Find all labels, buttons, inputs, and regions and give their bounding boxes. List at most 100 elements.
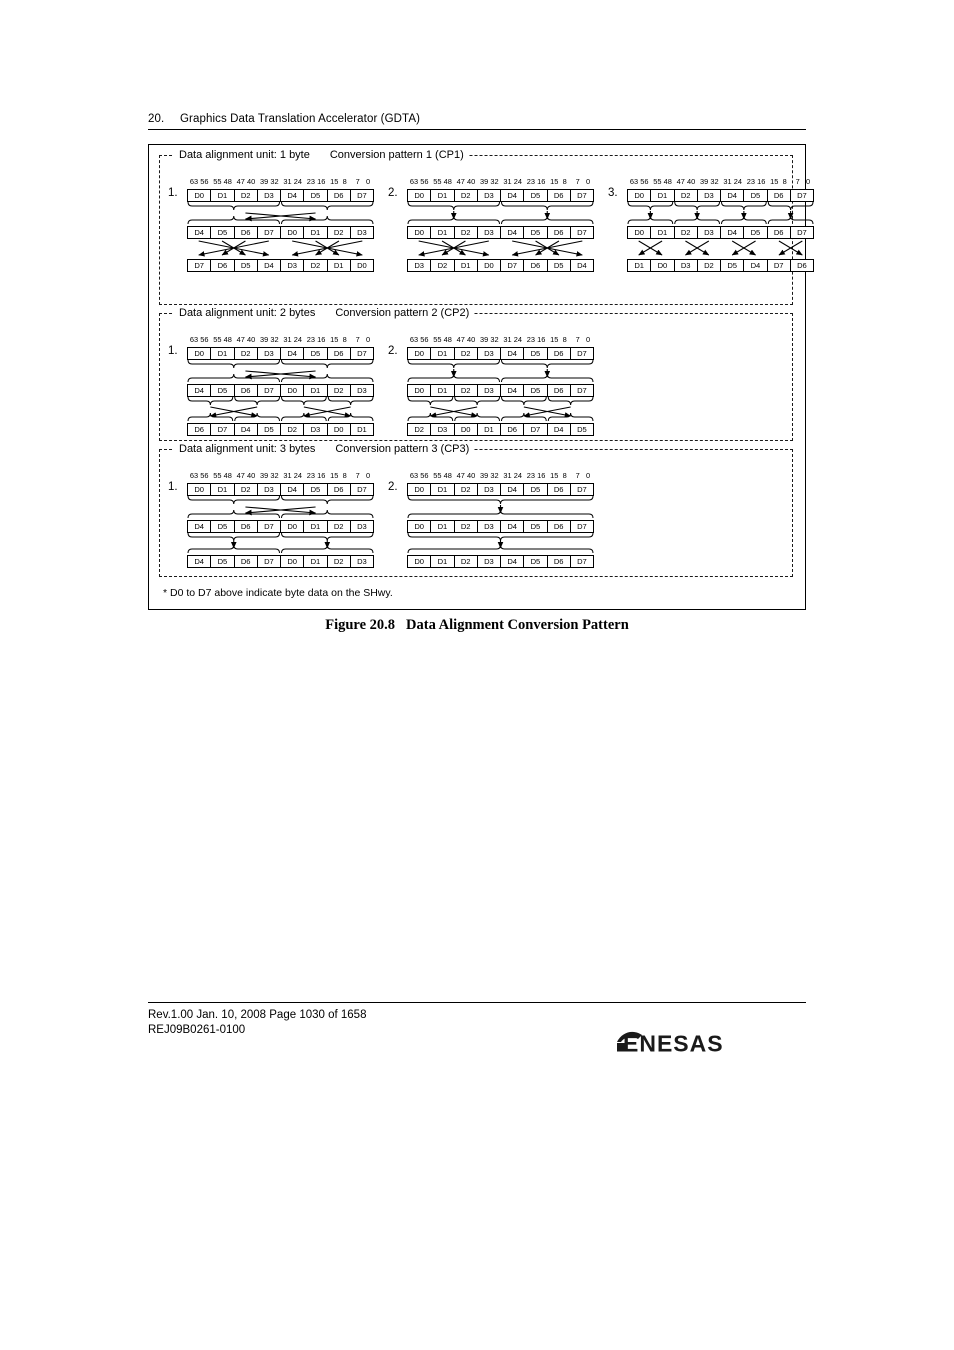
byte-cell: D1 — [304, 556, 328, 567]
byte-cell: D6 — [548, 521, 571, 532]
byte-cell: D4 — [744, 260, 768, 271]
byte-cell: D3 — [258, 484, 281, 495]
byte-cell: D0 — [281, 227, 305, 238]
byte-cell: D1 — [651, 227, 675, 238]
byte-cell: D5 — [235, 260, 258, 271]
byte-cell: D7 — [577, 522, 587, 531]
bit-label: 8 — [342, 471, 347, 480]
conversion-pattern-label: Conversion pattern 2 (CP2) — [335, 307, 470, 319]
byte-cell: D5 — [211, 227, 235, 238]
byte-cell: D3 — [258, 190, 281, 201]
bit-label: 40 — [247, 177, 256, 186]
bit-label: 31 — [503, 177, 512, 186]
bit-label: 47 — [456, 177, 465, 186]
byte-cell: D0 — [408, 348, 432, 359]
pattern-body: 63 56 55 48 47 40 39 32 31 24 23 16 15 8 7 0 D0 D1 D2 D3 D4 D… — [407, 178, 594, 272]
byte-cell: D4 — [501, 556, 525, 567]
byte-row-input: D0 D1 D2 D3 D4 D5 D6 D7 — [407, 483, 594, 496]
byte-row-intermediate: D0 D1 D2 D3 D4 D5 D6 D7 — [407, 520, 594, 533]
byte-cell: D3 — [357, 557, 367, 566]
figure-caption-label: Figure 20.8 — [325, 617, 396, 633]
byte-cell: D6 — [548, 385, 571, 396]
byte-cell: D4 — [721, 227, 745, 238]
bit-label: 48 — [223, 471, 232, 480]
byte-cell: D1 — [628, 260, 652, 271]
byte-row-intermediate: D4 D5 D6 D7 D0 D1 D2 D3 — [187, 520, 374, 533]
byte-cell: D7 — [768, 260, 791, 271]
byte-cell: D6 — [328, 484, 351, 495]
byte-cell: D3 — [478, 521, 501, 532]
bit-label: 56 — [200, 471, 209, 480]
byte-cell: D4 — [548, 424, 571, 435]
byte-row-output: D6 D7 D4 D5 D2 D3 D0 D1 — [187, 423, 374, 436]
pattern-body: 63 56 55 48 47 40 39 32 31 24 23 16 15 8 7 0 D0 D1 D2 D3 D4 D… — [187, 178, 374, 272]
bit-label: 32 — [490, 177, 499, 186]
conversion-pattern-group: Data alignment unit: 1 byte Conversion pa… — [159, 148, 814, 305]
byte-cell: D5 — [258, 424, 281, 435]
byte-cell: D3 — [357, 386, 367, 395]
byte-cell: D1 — [304, 227, 328, 238]
group-label: Data alignment unit: 1 byte Conversion pa… — [174, 148, 469, 162]
byte-cell: D3 — [478, 348, 501, 359]
byte-cell: D3 — [478, 227, 501, 238]
byte-row-intermediate: D4 D5 D6 D7 D0 D1 D2 D3 — [187, 384, 374, 397]
chapter-heading: 20. Graphics Data Translation Accelerator… — [148, 113, 806, 125]
byte-cell: D4 — [188, 521, 212, 532]
chapter-number: 20. — [148, 113, 165, 125]
byte-cell: D4 — [501, 348, 525, 359]
byte-cell: D0 — [357, 261, 367, 270]
header-rule — [148, 129, 806, 130]
byte-cell: D6 — [548, 190, 571, 201]
byte-cell: D3 — [357, 522, 367, 531]
byte-cell: D6 — [328, 190, 351, 201]
bit-label: 40 — [467, 335, 476, 344]
bit-label: 23 — [306, 471, 315, 480]
byte-cell: D6 — [501, 424, 525, 435]
group-label: Data alignment unit: 2 bytes Conversion p… — [174, 306, 475, 320]
byte-cell: D2 — [455, 484, 478, 495]
bit-label: 31 — [283, 335, 292, 344]
byte-cell: D4 — [577, 261, 587, 270]
byte-cell: D6 — [524, 260, 548, 271]
byte-cell: D1 — [455, 260, 478, 271]
transform-band — [187, 532, 374, 555]
figure-caption-title: Data Alignment Conversion Pattern — [406, 617, 629, 633]
byte-cell: D6 — [548, 348, 571, 359]
byte-cell: D3 — [675, 260, 698, 271]
bit-label: 0 — [585, 177, 591, 186]
byte-cell: D4 — [188, 556, 212, 567]
byte-row-output: D1 D0 D3 D2 D5 D4 D7 D6 — [627, 259, 814, 272]
byte-cell: D2 — [235, 190, 258, 201]
byte-cell: D7 — [797, 228, 807, 237]
byte-cell: D4 — [235, 424, 258, 435]
figure-frame: Data alignment unit: 1 byte Conversion pa… — [148, 144, 814, 610]
bit-label: 47 — [236, 177, 245, 186]
byte-cell: D3 — [698, 190, 721, 201]
conversion-pattern-group: Data alignment unit: 3 bytes Conversion p… — [159, 442, 793, 577]
bit-label: 0 — [585, 471, 591, 480]
group-label: Data alignment unit: 3 bytes Conversion p… — [174, 442, 475, 456]
pattern-body: 63 56 55 48 47 40 39 32 31 24 23 16 15 8 7 0 D0 D1 D2 D3 D4 D… — [187, 472, 374, 568]
page-footer: Rev.1.00 Jan. 10, 2008 Page 1030 of 1658… — [148, 1002, 806, 1057]
byte-cell: D6 — [211, 260, 235, 271]
bit-label: 56 — [200, 335, 209, 344]
bit-label: 63 — [409, 177, 419, 186]
byte-cell: D1 — [431, 521, 455, 532]
page-header: 20. Graphics Data Translation Accelerator… — [148, 113, 806, 130]
byte-cell: D7 — [258, 227, 281, 238]
byte-cell: D7 — [577, 386, 587, 395]
byte-cell: D2 — [698, 260, 721, 271]
bit-label: 56 — [200, 177, 209, 186]
byte-cell: D3 — [304, 424, 328, 435]
bit-label: 15 — [330, 471, 339, 480]
bit-label: 55 — [213, 335, 222, 344]
byte-cell: D6 — [235, 521, 258, 532]
byte-cell: D6 — [188, 424, 212, 435]
byte-cell: D5 — [304, 190, 328, 201]
byte-row-output: D0 D1 D2 D3 D4 D5 D6 D7 — [407, 555, 594, 568]
bit-ruler: 63 56 55 48 47 40 39 32 31 24 23 16 15 8 7 0 — [187, 472, 374, 483]
byte-cell: D7 — [258, 556, 281, 567]
byte-cell: D0 — [408, 227, 432, 238]
byte-cell: D4 — [501, 521, 525, 532]
bit-label: 24 — [293, 335, 302, 344]
